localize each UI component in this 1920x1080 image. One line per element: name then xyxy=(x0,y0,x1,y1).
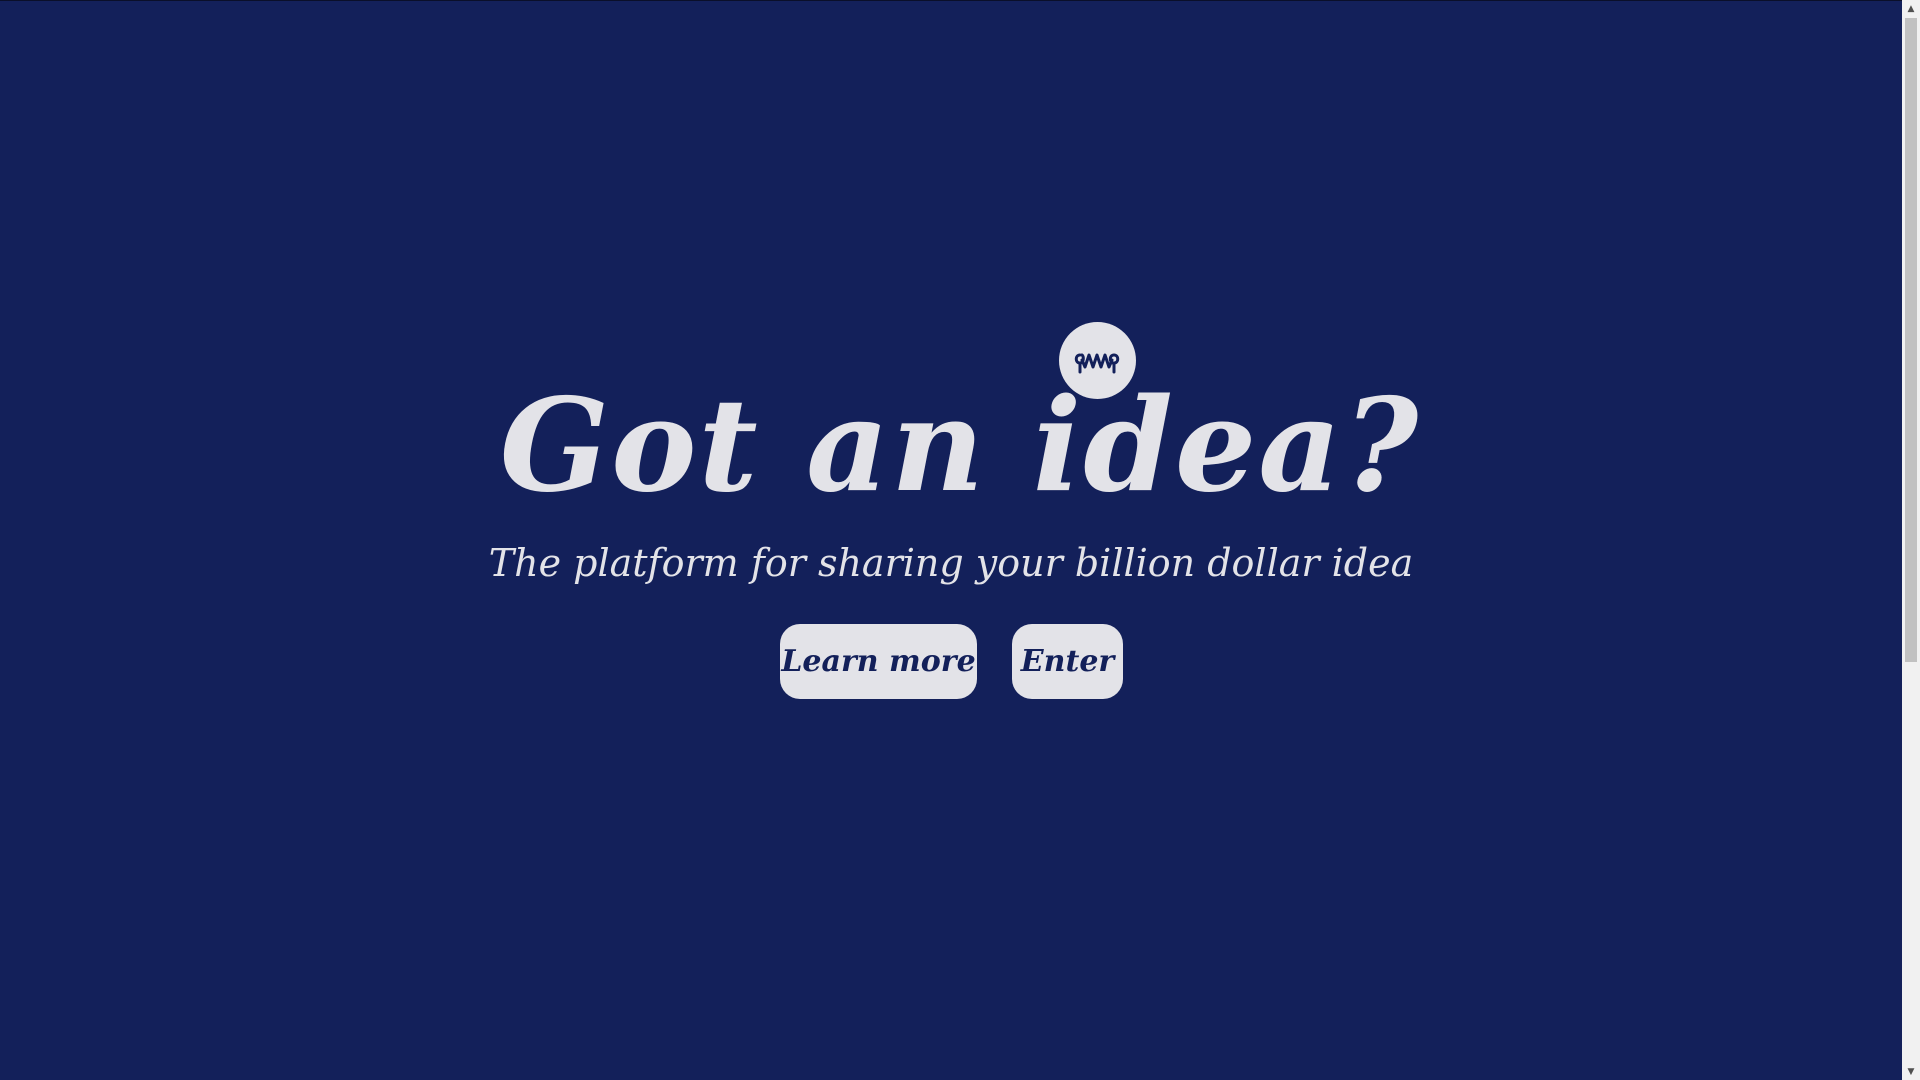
enter-button[interactable]: Enter xyxy=(1012,624,1123,699)
hero-section: Got an idea? The platform for sharing yo… xyxy=(0,0,1902,1080)
landing-page: Got an idea? The platform for sharing yo… xyxy=(0,0,1902,1080)
scroll-up-arrow-icon[interactable]: ▲ xyxy=(1902,0,1920,17)
scrollbar-thumb[interactable] xyxy=(1905,18,1917,662)
vertical-scrollbar[interactable]: ▲ ▼ xyxy=(1902,0,1920,1080)
learn-more-button[interactable]: Learn more xyxy=(780,624,977,699)
hero-subtitle: The platform for sharing your billion do… xyxy=(488,541,1414,585)
hero-headline: Got an idea? xyxy=(499,371,1421,521)
scroll-down-arrow-icon[interactable]: ▼ xyxy=(1902,1063,1920,1080)
